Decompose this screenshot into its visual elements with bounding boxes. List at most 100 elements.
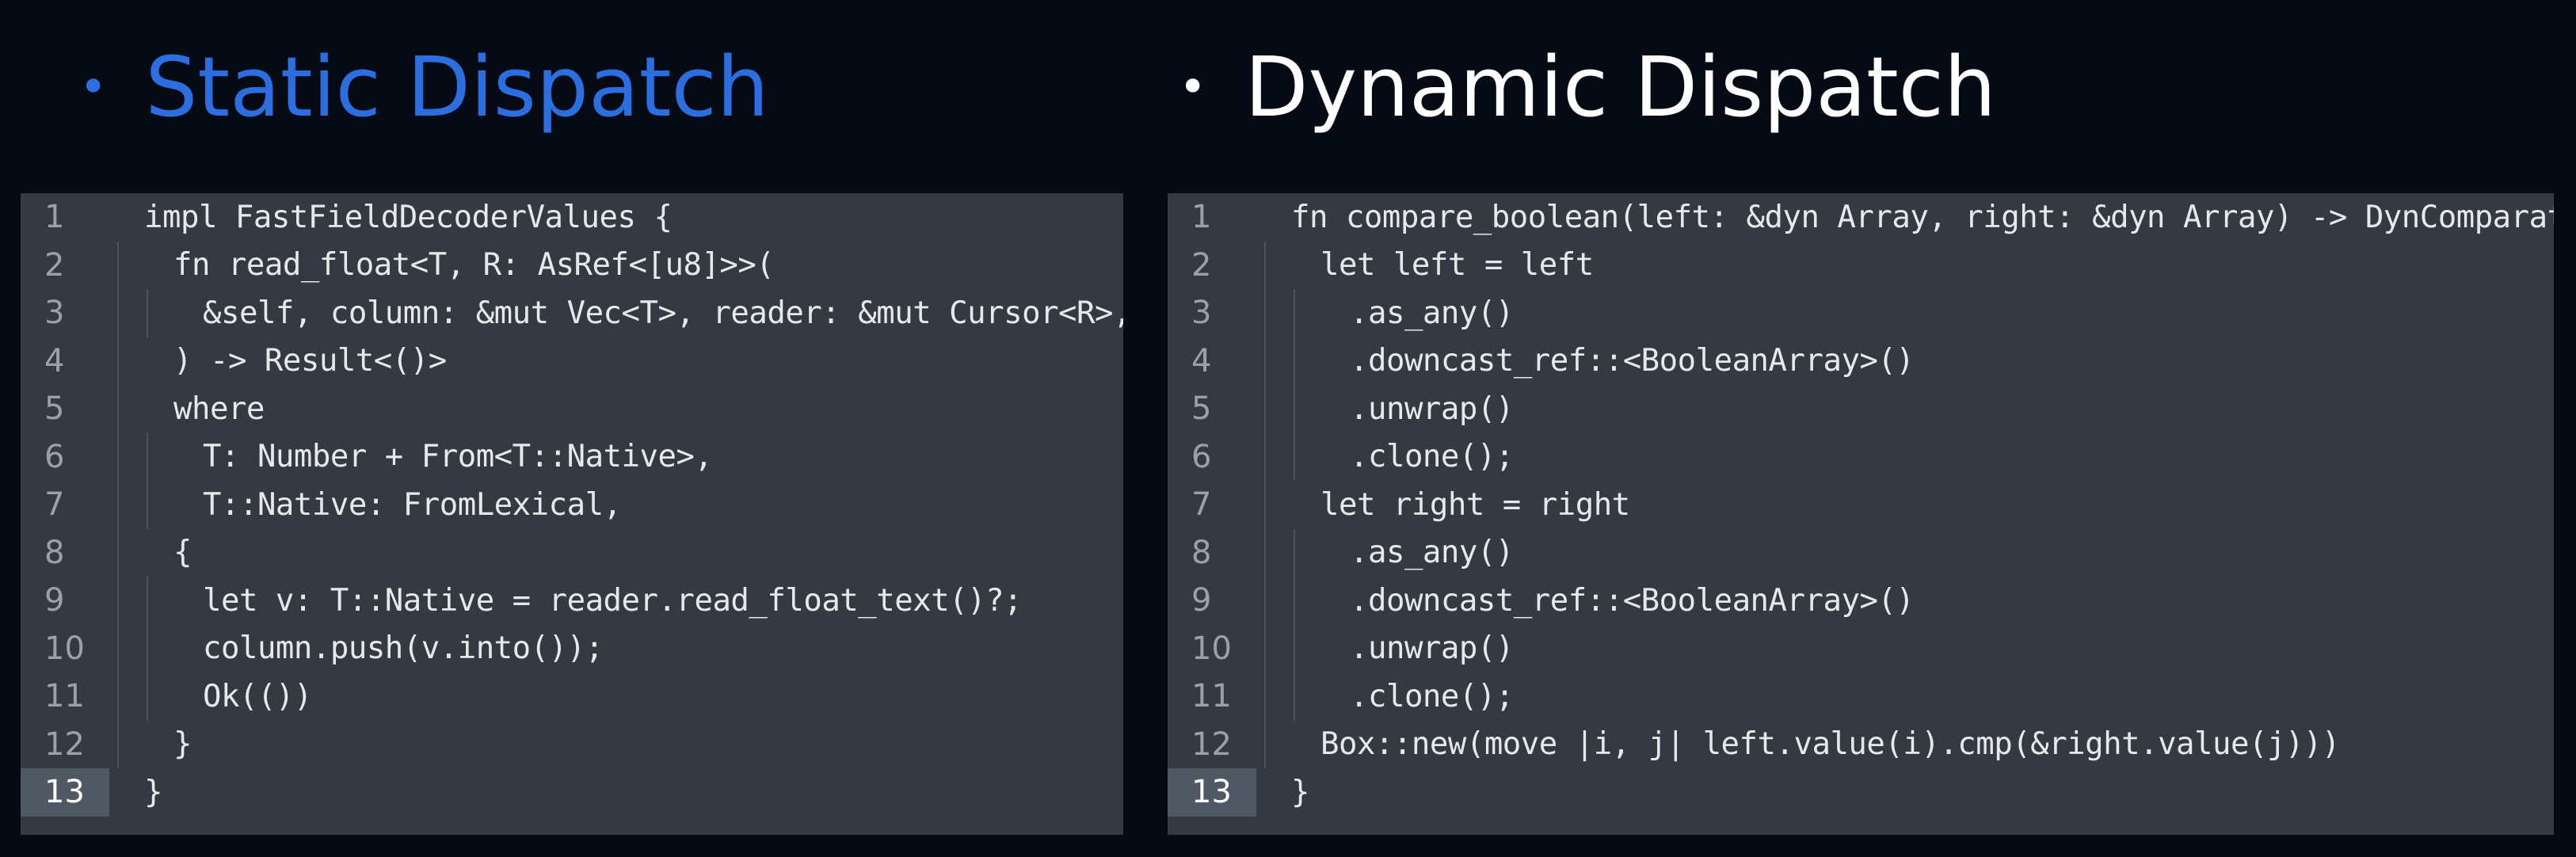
indent-guide [117,385,119,433]
code-text: } [1291,774,1309,810]
bullet-icon: • [1179,59,1207,115]
line-number: 4 [1191,342,1212,379]
bullet-icon: • [79,59,108,115]
code-text: let left = left [1320,247,1594,284]
dynamic-code-line[interactable]: 9 .downcast_ref::<BooleanArray>() [1168,577,2554,625]
indent-guide [147,577,148,625]
indent-guide [1264,528,1266,577]
indent-guide [1264,241,1266,289]
indent-guide [1264,337,1266,385]
static-code-line[interactable]: 4) -> Result<()> [21,337,1123,385]
dynamic-code-line[interactable]: 1 fn compare_boolean(left: &dyn Array, ri… [1168,193,2554,242]
static-code-line[interactable]: 13} [21,768,1123,817]
dynamic-code-line[interactable]: 10 .unwrap() [1168,624,2554,672]
dynamic-code-line[interactable]: 4 .downcast_ref::<BooleanArray>() [1168,337,2554,385]
dynamic-code-line[interactable]: 3 .as_any() [1168,289,2554,337]
code-text: } [144,774,162,810]
indent-guide [147,481,148,529]
line-number: 8 [44,534,65,571]
indent-guide [117,337,119,385]
static-code-line[interactable]: 7 T::Native: FromLexical, [21,481,1123,529]
code-text: .downcast_ref::<BooleanArray>() [1350,343,1915,379]
indent-guide [117,481,119,529]
indent-guide [147,432,148,481]
dynamic-code-line[interactable]: 13} [1168,768,2554,817]
indent-guide [117,672,119,721]
dynamic-code-line[interactable]: 11 .clone(); [1168,672,2554,721]
line-number: 5 [44,390,65,428]
line-number: 13 [21,768,109,817]
dynamic-code-line[interactable]: 2 let left = left [1168,241,2554,289]
code-text: impl FastFieldDecoderValues { [144,199,673,235]
line-number: 1 [1191,199,1212,236]
line-number: 9 [1191,582,1212,619]
indent-guide [1264,481,1266,529]
line-number: 12 [44,726,85,763]
indent-guide [117,528,119,577]
line-number: 3 [1191,295,1212,332]
line-number: 7 [1191,486,1212,524]
static-dispatch-title: Static Dispatch [145,39,769,135]
indent-guide [1264,289,1266,337]
line-number: 10 [44,630,85,667]
indent-guide [1264,720,1266,768]
indent-guide [1294,528,1295,577]
static-code-line[interactable]: 10 column.push(v.into()); [21,624,1123,672]
code-text: T: Number + From<T::Native>, [203,439,713,475]
indent-guide [1294,289,1295,337]
dynamic-code-line[interactable]: 5 .unwrap() [1168,385,2554,433]
line-number: 8 [1191,534,1212,571]
dynamic-dispatch-code-editor[interactable]: 1 fn compare_boolean(left: &dyn Array, ri… [1168,193,2554,835]
indent-guide [117,624,119,672]
indent-guide [1264,577,1266,625]
static-code-line[interactable]: 9 let v: T::Native = reader.read_float_te… [21,577,1123,625]
line-number: 4 [44,342,65,379]
line-number: 9 [44,582,65,619]
code-text: fn compare_boolean(left: &dyn Array, rig… [1291,199,2554,235]
line-number: 6 [1191,438,1212,475]
indent-guide [117,720,119,768]
line-number: 2 [1191,246,1212,284]
static-code-line[interactable]: 1 impl FastFieldDecoderValues { [21,193,1123,242]
code-text: let v: T::Native = reader.read_float_tex… [203,582,1023,619]
static-code-line[interactable]: 3 &self, column: &mut Vec<T>, reader: &mu… [21,289,1123,337]
line-number: 2 [44,246,65,284]
indent-guide [117,289,119,337]
line-number: 6 [44,438,65,475]
code-text: let right = right [1320,486,1630,523]
static-code-line[interactable]: 5 where [21,385,1123,433]
indent-guide [1294,385,1295,433]
indent-guide [1294,432,1295,481]
indent-guide [1294,577,1295,625]
line-number: 13 [1168,768,1256,817]
indent-guide [1294,337,1295,385]
code-text: { [173,535,192,571]
indent-guide [147,624,148,672]
indent-guide [117,241,119,289]
dynamic-code-line[interactable]: 6 .clone(); [1168,432,2554,481]
dynamic-code-line[interactable]: 8 .as_any() [1168,528,2554,577]
line-number: 10 [1191,630,1232,667]
code-text: fn read_float<T, R: AsRef<[u8]>>( [173,247,775,284]
indent-guide [117,432,119,481]
static-code-line[interactable]: 12} [21,720,1123,768]
indent-guide [147,289,148,337]
static-code-line[interactable]: 11 Ok(()) [21,672,1123,721]
indent-guide [117,577,119,625]
static-code-line[interactable]: 6 T: Number + From<T::Native>, [21,432,1123,481]
indent-guide [147,672,148,721]
static-code-line[interactable]: 8{ [21,528,1123,577]
dynamic-code-line[interactable]: 7 let right = right [1168,481,2554,529]
static-dispatch-heading: • Static Dispatch [79,32,769,143]
line-number: 12 [1191,726,1232,763]
static-dispatch-code-editor[interactable]: 1 impl FastFieldDecoderValues { 2 fn read_f… [21,193,1123,835]
code-text: Box::new(move |i, j| left.value(i).cmp(&… [1320,726,2340,763]
code-text: .downcast_ref::<BooleanArray>() [1350,582,1915,619]
dynamic-code-line[interactable]: 12 Box::new(move |i, j| left.value(i).cmp… [1168,720,2554,768]
indent-guide [1294,624,1295,672]
static-code-line[interactable]: 2 fn read_float<T, R: AsRef<[u8]>>( [21,241,1123,289]
dynamic-dispatch-heading: • Dynamic Dispatch [1179,32,1996,143]
code-text: T::Native: FromLexical, [203,486,622,523]
line-number: 5 [1191,390,1212,428]
code-text: column.push(v.into()); [203,630,604,667]
